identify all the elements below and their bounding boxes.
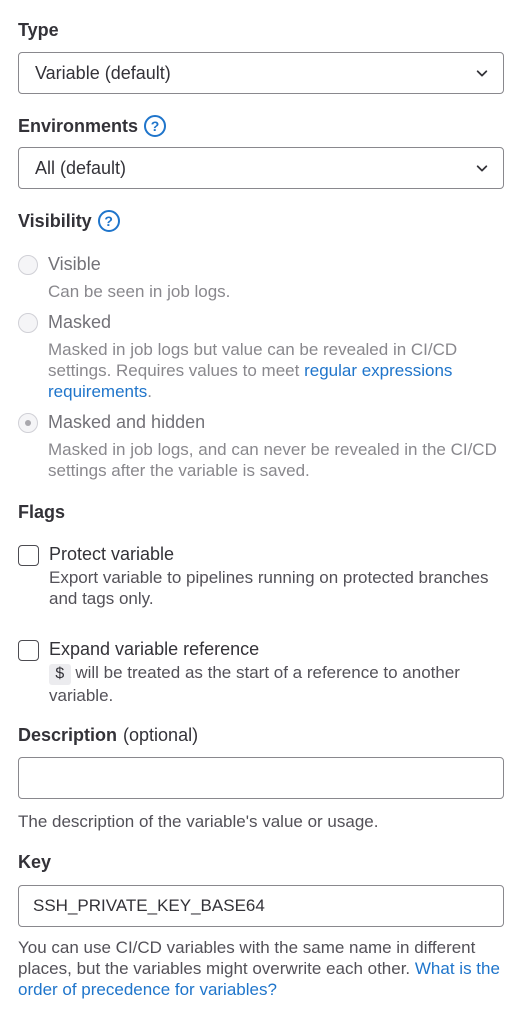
type-label: Type [18,20,59,40]
visibility-option-title: Visible [48,254,101,274]
radio-masked[interactable] [18,313,38,333]
visibility-option-desc: Masked in job logs but value can be reve… [48,339,504,402]
protect-variable-title: Protect variable [49,544,175,564]
key-section: Key [18,852,504,873]
protect-variable-option[interactable]: Protect variable Export variable to pipe… [18,544,504,609]
environments-label: Environments ? [18,115,504,137]
visibility-option-visible[interactable]: Visible Can be seen in job logs. [18,254,504,302]
key-input-wrap: SSH_PRIVATE_KEY_BASE64 [18,885,504,927]
radio-visible[interactable] [18,255,38,275]
type-select-value: Variable (default) [35,62,171,83]
environments-select-value: All (default) [35,157,127,178]
expand-variable-checkbox[interactable] [18,640,39,661]
expand-variable-option[interactable]: Expand variable reference $ will be trea… [18,639,504,706]
expand-desc-text: will be treated as the start of a refere… [49,663,460,705]
dollar-code: $ [49,664,71,685]
radio-selected-dot [25,420,31,426]
chevron-down-icon [476,165,488,172]
variable-form: Type Variable (default) Environments ? A… [0,0,516,1024]
key-input[interactable]: SSH_PRIVATE_KEY_BASE64 [18,885,504,927]
key-helper-wrap: You can use CI/CD variables with the sam… [18,937,504,1000]
description-label-text: Description [18,725,118,745]
expand-variable-desc: $ will be treated as the start of a refe… [49,662,504,706]
environments-section: Environments ? [18,115,504,137]
question-circle-icon[interactable]: ? [144,115,167,137]
description-input[interactable] [18,757,504,799]
type-section: Type [18,20,504,41]
key-helper-text: You can use CI/CD variables with the sam… [18,938,476,978]
masked-desc-end: . [147,382,152,401]
chevron-down-icon [476,70,488,77]
description-input-wrap [18,757,504,799]
visibility-option-desc: Masked in job logs, and can never be rev… [48,440,497,480]
environments-select[interactable]: All (default) [18,147,504,189]
visibility-option-desc: Can be seen in job logs. [48,282,231,301]
radio-masked-hidden[interactable] [18,413,38,433]
protect-variable-checkbox[interactable] [18,545,39,566]
visibility-option-title: Masked and hidden [48,412,206,432]
flags-section: Flags [18,502,504,523]
key-label: Key [18,852,52,872]
visibility-section: Visibility ? [18,210,504,232]
description-section: Description (optional) [18,725,504,746]
description-helper: The description of the variable's value … [18,812,379,831]
flags-label: Flags [18,502,66,522]
description-optional: (optional) [123,725,199,745]
visibility-label: Visibility ? [18,210,504,232]
description-label: Description (optional) [18,725,504,746]
protect-variable-desc: Export variable to pipelines running on … [49,568,489,608]
type-select[interactable]: Variable (default) [18,52,504,94]
environments-label-text: Environments [18,115,139,136]
expand-variable-title: Expand variable reference [49,639,260,659]
key-helper: You can use CI/CD variables with the sam… [18,937,504,1000]
visibility-option-title: Masked [48,312,112,332]
visibility-option-masked[interactable]: Masked Masked in job logs but value can … [18,312,504,402]
visibility-label-text: Visibility [18,210,92,231]
question-circle-icon[interactable]: ? [97,210,120,232]
description-helper-wrap: The description of the variable's value … [18,811,504,832]
visibility-option-masked-hidden[interactable]: Masked and hidden Masked in job logs, an… [18,412,504,481]
